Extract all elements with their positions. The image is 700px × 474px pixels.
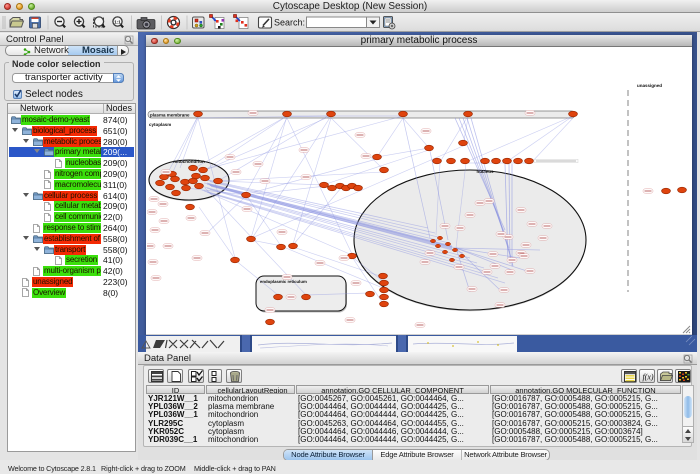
svg-text:plasma membrane: plasma membrane bbox=[150, 113, 190, 118]
svg-text:cytoplasm: cytoplasm bbox=[149, 122, 171, 127]
svg-text:endoplasmic reticulum: endoplasmic reticulum bbox=[260, 279, 307, 284]
svg-text:nucleus: nucleus bbox=[476, 169, 494, 174]
svg-text:f(x): f(x) bbox=[642, 373, 653, 382]
svg-text:unassigned: unassigned bbox=[637, 83, 662, 88]
svg-text:Search:: Search: bbox=[274, 18, 305, 28]
svg-text:mitochondrion: mitochondrion bbox=[173, 159, 205, 164]
svg-text:1:1: 1:1 bbox=[114, 20, 121, 25]
